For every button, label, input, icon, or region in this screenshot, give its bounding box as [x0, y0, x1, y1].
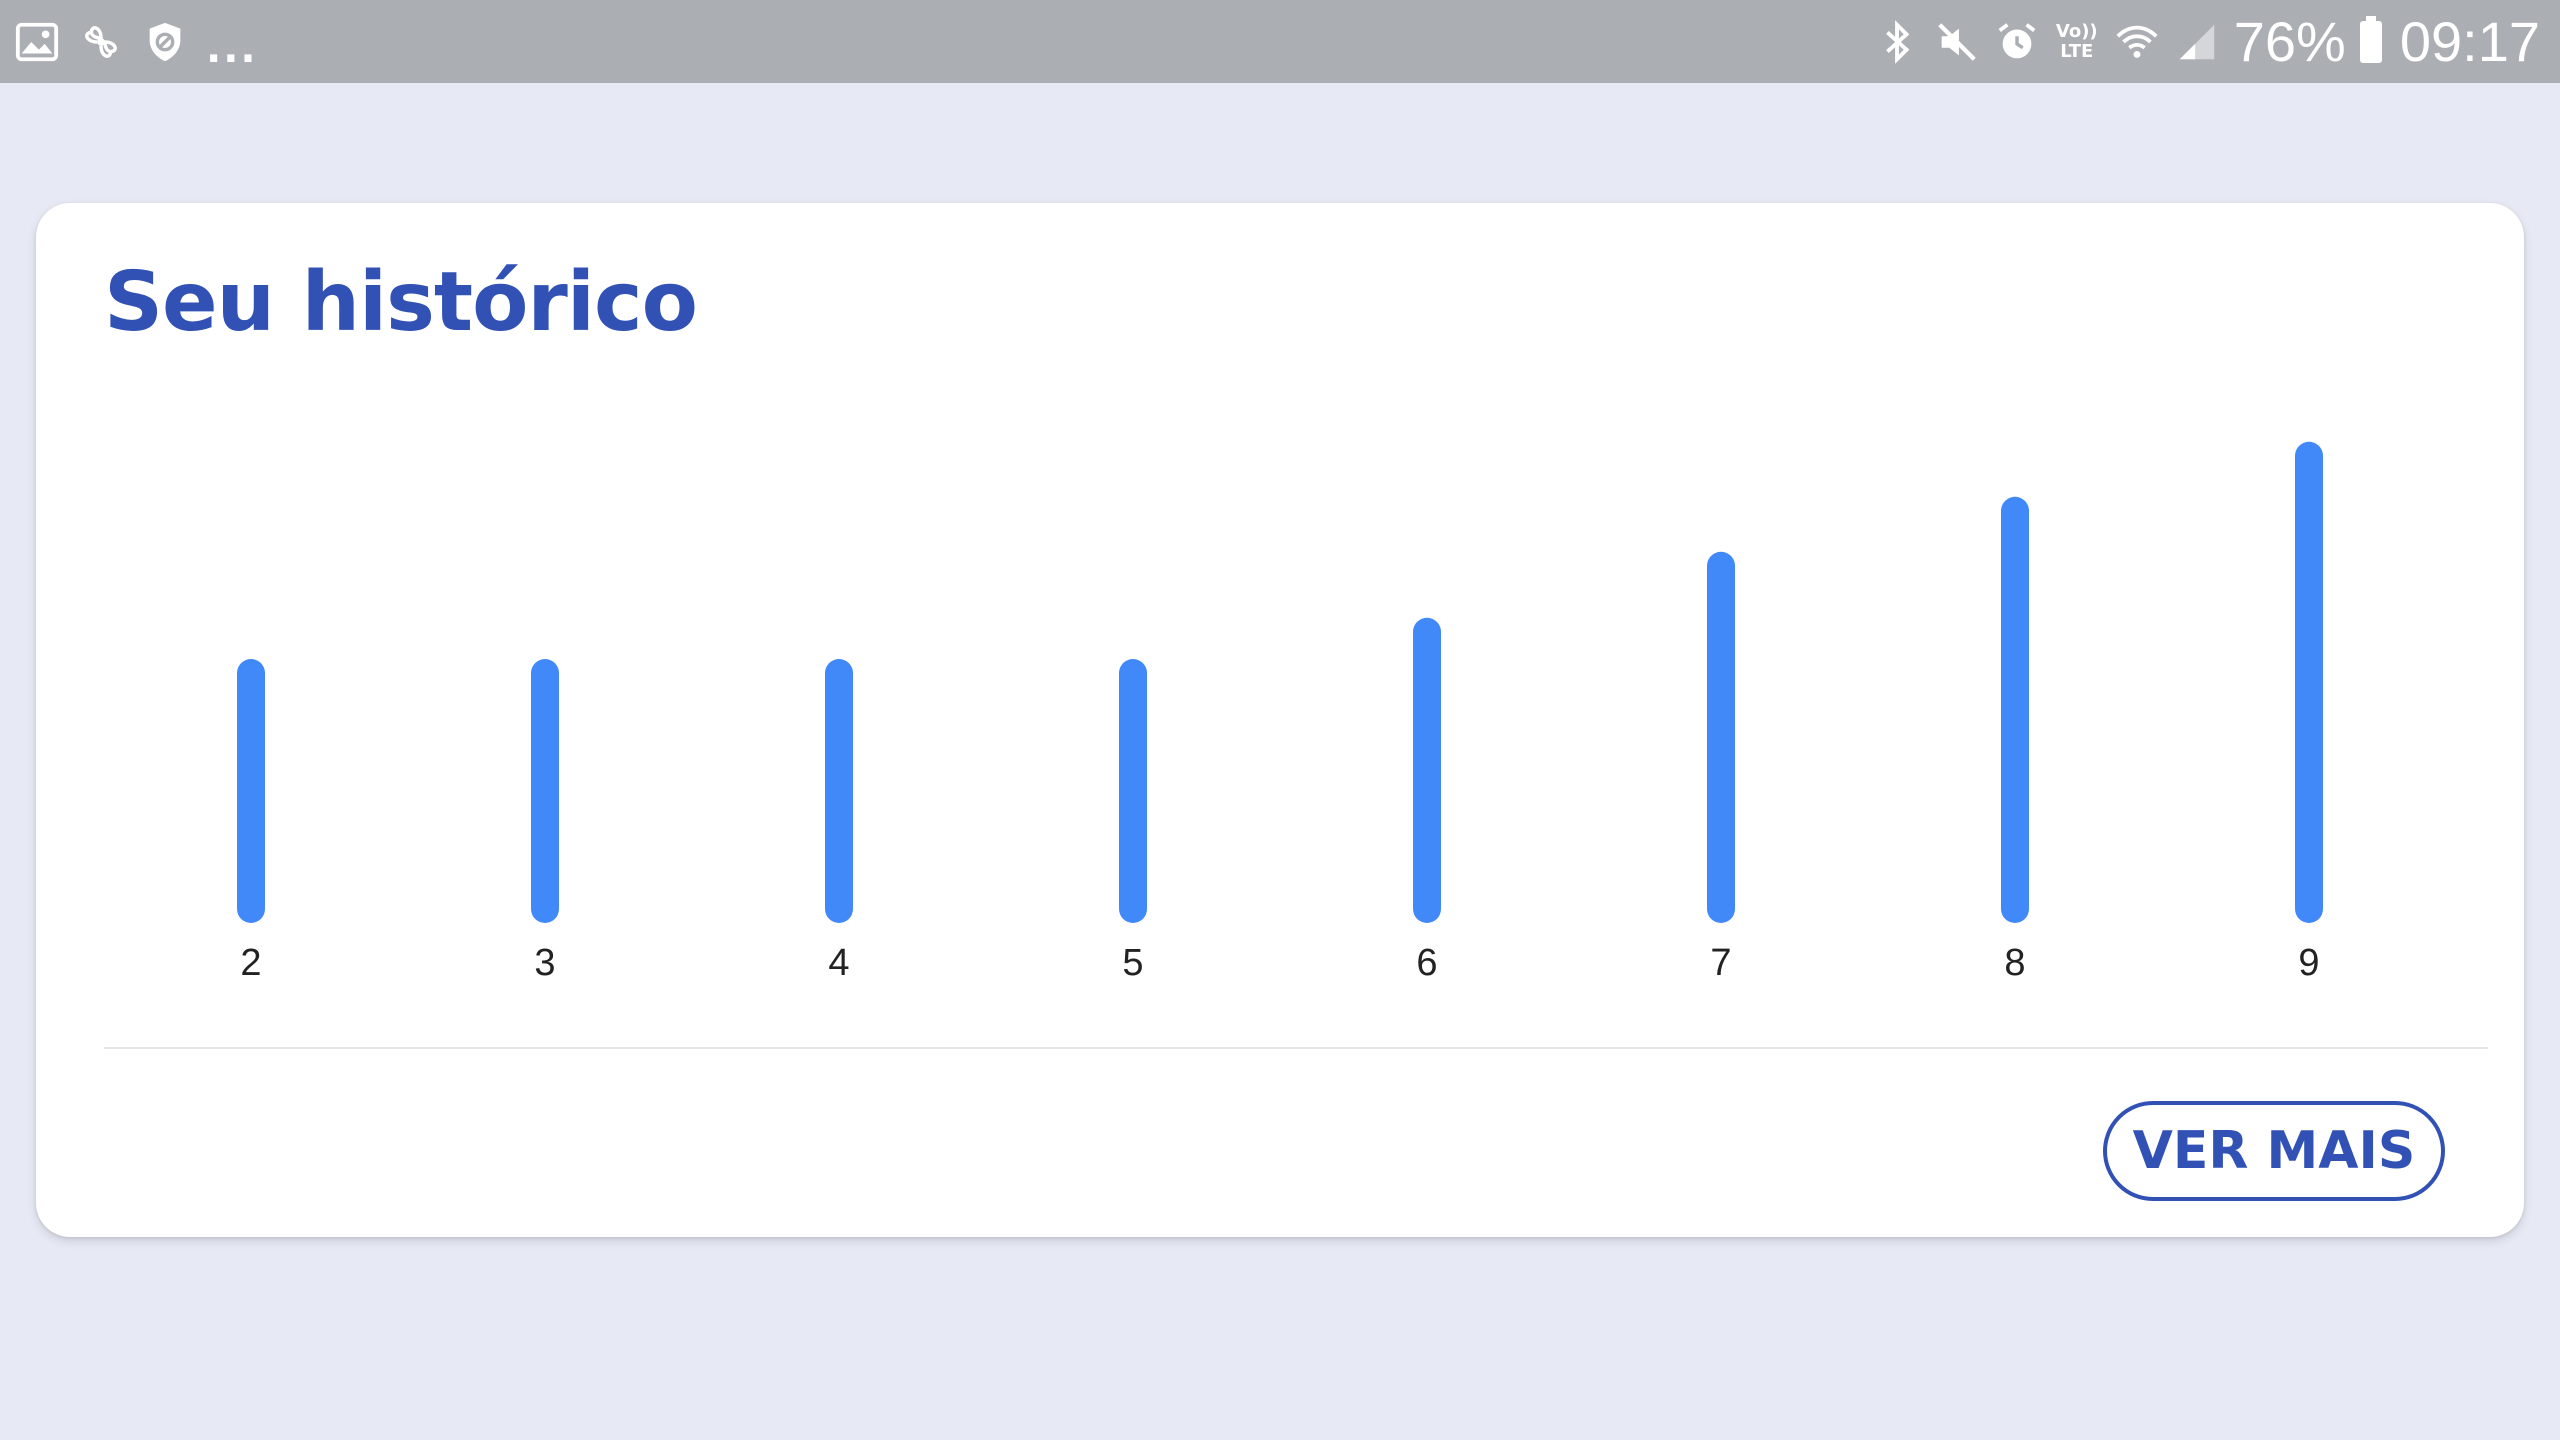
fan-icon — [78, 19, 124, 65]
status-bar-right: Vo)) LTE 76% 09:17 — [1874, 0, 2540, 83]
gallery-icon — [14, 19, 60, 65]
chart-bar-3 — [531, 659, 559, 923]
bluetooth-icon — [1874, 19, 1920, 65]
chart-bar-5 — [1119, 659, 1147, 923]
chart-tick-label-4: 4 — [828, 942, 849, 984]
chart-tick-label-5: 5 — [1122, 942, 1143, 984]
chart-bar-8 — [2001, 496, 2029, 923]
chart-bar-6 — [1413, 617, 1441, 923]
chart-bar-9 — [2295, 441, 2323, 923]
chart-bar-7 — [1707, 551, 1735, 923]
notification-overflow: ... — [206, 25, 258, 72]
battery-percentage: 76% — [2233, 9, 2346, 73]
chart-tick-label-6: 6 — [1416, 942, 1437, 984]
volte-top-label: Vo)) — [2055, 20, 2098, 42]
history-card: Seu histórico 23456789 VER MAIS — [36, 203, 2524, 1237]
volte-bottom-label: LTE — [2060, 40, 2094, 62]
chart-tick-label-9: 9 — [2298, 942, 2319, 984]
chart-bar-4 — [825, 659, 853, 923]
status-bar-left: ... — [14, 0, 258, 83]
history-chart: 2 3 4 5 6 7 8 9 — [237, 441, 2323, 984]
status-bar: ... Vo)) LTE 76% 09:17 — [0, 0, 2560, 83]
chart-tick-label-2: 2 — [240, 942, 261, 984]
chart-tick-label-8: 8 — [2004, 942, 2025, 984]
wifi-icon — [2114, 19, 2160, 65]
battery-icon — [2359, 15, 2382, 63]
chart-tick-label-7: 7 — [1710, 942, 1731, 984]
signal-icon — [2174, 19, 2220, 65]
divider — [104, 1047, 2488, 1049]
chart-bar-2 — [237, 659, 265, 923]
mute-icon — [1934, 19, 1980, 65]
shield-icon — [142, 19, 188, 65]
chart-tick-label-3: 3 — [534, 942, 555, 984]
ver-mais-button[interactable]: VER MAIS — [2103, 1101, 2445, 1201]
alarm-icon — [1994, 19, 2040, 65]
volte-icon: Vo)) LTE — [2054, 19, 2100, 65]
clock: 09:17 — [2399, 9, 2540, 73]
